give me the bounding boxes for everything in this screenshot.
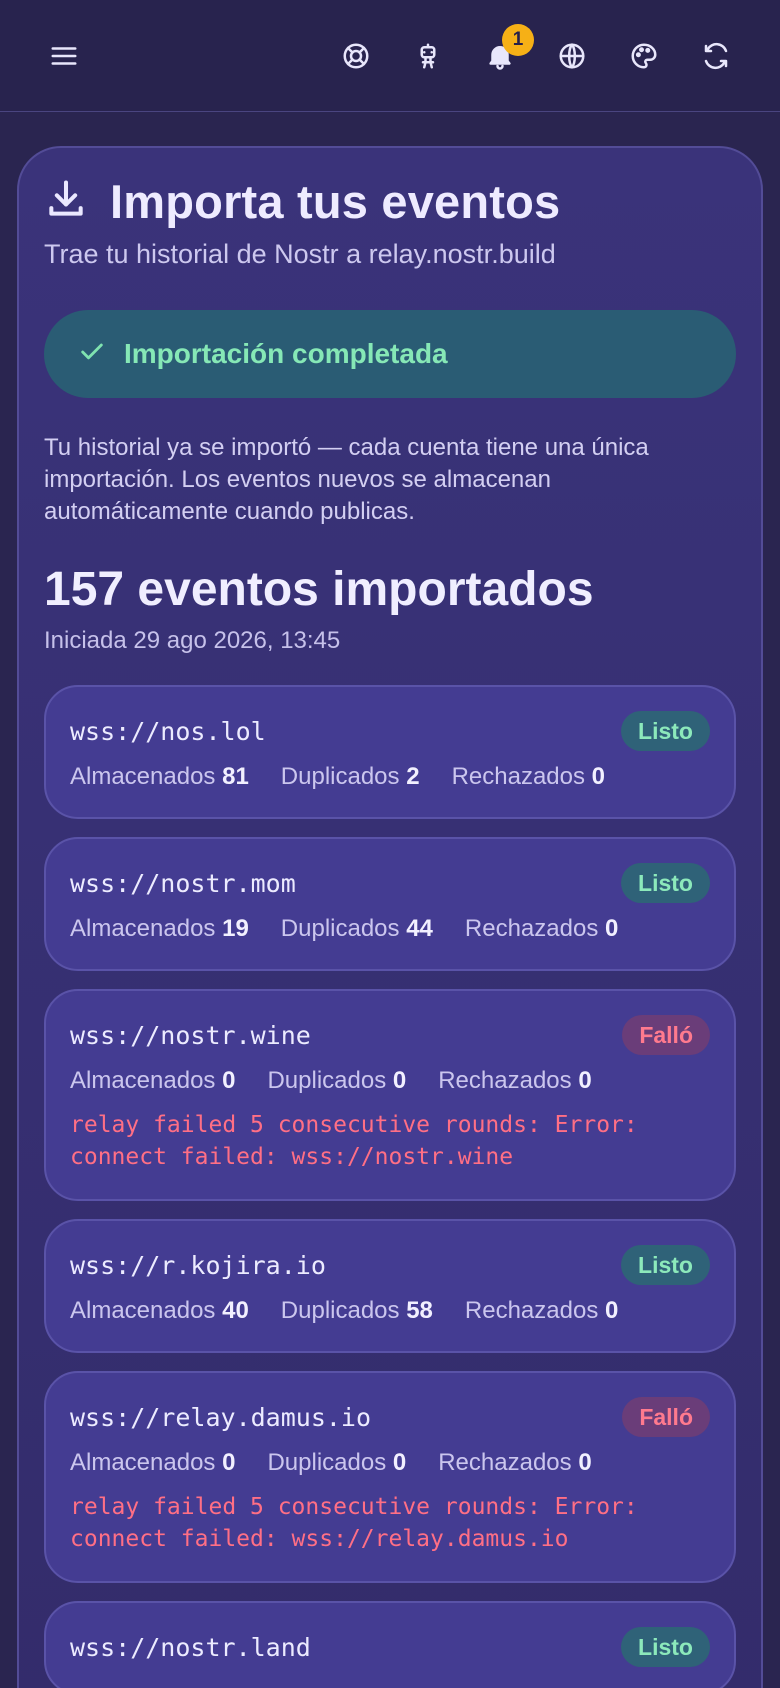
stored-label: Almacenados	[70, 1067, 216, 1094]
relay-url: wss://nostr.land	[70, 1632, 311, 1662]
download-icon	[44, 177, 88, 226]
duplicated-label: Duplicados	[280, 1297, 400, 1324]
relay-card: wss://nos.lol Listo Almacenados 81 Dupli…	[44, 685, 736, 819]
status-badge: Listo	[621, 1627, 710, 1667]
menu-icon[interactable]	[44, 36, 84, 76]
relay-error: relay failed 5 consecutive rounds: Error…	[70, 1494, 638, 1552]
relay-header: wss://r.kojira.io Listo	[70, 1245, 710, 1285]
stored-value: 81	[222, 763, 249, 790]
stored-value: 19	[222, 915, 249, 942]
stored-value: 40	[222, 1297, 249, 1324]
stored-label: Almacenados	[70, 1449, 216, 1476]
relay-stats: Almacenados 0 Duplicados 0 Rechazados 0	[70, 1067, 710, 1095]
duplicated-label: Duplicados	[267, 1449, 387, 1476]
duplicated-label: Duplicados	[280, 763, 400, 790]
robot-icon[interactable]	[408, 36, 448, 76]
duplicated-label: Duplicados	[267, 1067, 387, 1094]
duplicated-value: 0	[392, 1449, 407, 1476]
duplicated-label: Duplicados	[280, 915, 400, 942]
relay-card: wss://relay.damus.io Falló Almacenados 0…	[44, 1371, 736, 1583]
stored-stat: Almacenados 40	[70, 1297, 249, 1325]
rejected-value: 0	[578, 1449, 592, 1476]
relay-url: wss://nostr.wine	[70, 1020, 311, 1050]
palette-icon[interactable]	[624, 36, 664, 76]
duplicated-stat: Duplicados 0	[267, 1449, 406, 1477]
duplicated-stat: Duplicados 44	[281, 915, 433, 943]
import-card: Importa tus eventos Trae tu historial de…	[17, 146, 763, 1688]
check-icon	[78, 338, 106, 371]
relay-stats: Almacenados 40 Duplicados 58 Rechazados …	[70, 1297, 710, 1325]
status-badge: Listo	[621, 1245, 710, 1285]
rejected-stat: Rechazados 0	[438, 1067, 591, 1095]
status-badge: Falló	[622, 1015, 710, 1055]
import-description: Tu historial ya se importó — cada cuenta…	[44, 434, 649, 525]
rejected-label: Rechazados	[464, 1297, 599, 1324]
relay-list: wss://nos.lol Listo Almacenados 81 Dupli…	[44, 685, 736, 1688]
relay-card: wss://r.kojira.io Listo Almacenados 40 D…	[44, 1219, 736, 1353]
globe-icon[interactable]	[552, 36, 592, 76]
relay-header: wss://nostr.wine Falló	[70, 1015, 710, 1055]
stored-label: Almacenados	[70, 915, 216, 942]
success-message: Importación completada	[124, 338, 448, 369]
rejected-stat: Rechazados 0	[465, 915, 618, 943]
events-count: 157 eventos importados	[44, 563, 594, 616]
duplicated-stat: Duplicados 2	[281, 763, 420, 791]
rejected-stat: Rechazados 0	[465, 1297, 618, 1325]
success-banner: Importación completada	[44, 310, 736, 398]
duplicated-stat: Duplicados 58	[281, 1297, 433, 1325]
refresh-icon[interactable]	[696, 36, 736, 76]
relay-url: wss://relay.damus.io	[70, 1402, 372, 1432]
status-badge: Listo	[621, 863, 710, 903]
rejected-stat: Rechazados 0	[452, 763, 605, 791]
import-started-date: Iniciada 29 ago 2026, 13:45	[44, 627, 341, 654]
notification-badge: 1	[502, 23, 534, 56]
relay-error: relay failed 5 consecutive rounds: Error…	[70, 1112, 638, 1170]
rejected-label: Rechazados	[438, 1449, 572, 1476]
stored-stat: Almacenados 0	[70, 1067, 235, 1095]
duplicated-stat: Duplicados 0	[267, 1067, 406, 1095]
stored-stat: Almacenados 81	[70, 763, 249, 791]
duplicated-value: 2	[406, 763, 420, 790]
relay-card: wss://nostr.mom Listo Almacenados 19 Dup…	[44, 837, 736, 971]
page-title: Importa tus eventos	[110, 175, 561, 228]
rejected-stat: Rechazados 0	[438, 1449, 591, 1477]
rejected-value: 0	[605, 1297, 619, 1324]
relay-stats: Almacenados 0 Duplicados 0 Rechazados 0	[70, 1449, 710, 1477]
relay-card: wss://nostr.wine Falló Almacenados 0 Dup…	[44, 989, 736, 1201]
rejected-value: 0	[591, 763, 606, 790]
page-subtitle: Trae tu historial de Nostr a relay.nostr…	[44, 239, 556, 269]
relay-stats: Almacenados 19 Duplicados 44 Rechazados …	[70, 915, 710, 943]
relay-header: wss://nostr.land Listo	[70, 1627, 710, 1667]
help-lifebuoy-icon[interactable]	[336, 36, 376, 76]
rejected-label: Rechazados	[451, 763, 585, 790]
stored-stat: Almacenados 0	[70, 1449, 235, 1477]
toolbar-icons: 1	[336, 23, 736, 76]
relay-card: wss://nostr.land Listo	[44, 1601, 736, 1688]
relay-header: wss://nostr.mom Listo	[70, 863, 710, 903]
duplicated-value: 58	[406, 1297, 433, 1324]
rejected-value: 0	[605, 915, 619, 942]
stored-label: Almacenados	[70, 763, 216, 790]
rejected-label: Rechazados	[438, 1067, 572, 1094]
relay-url: wss://r.kojira.io	[70, 1250, 326, 1280]
relay-header: wss://relay.damus.io Falló	[70, 1397, 710, 1437]
status-badge: Listo	[621, 711, 710, 751]
relay-url: wss://nostr.mom	[70, 868, 296, 898]
rejected-value: 0	[578, 1067, 592, 1094]
relay-stats: Almacenados 81 Duplicados 2 Rechazados 0	[70, 763, 710, 791]
stored-stat: Almacenados 19	[70, 915, 249, 943]
stored-value: 0	[222, 1067, 236, 1094]
title-row: Importa tus eventos	[44, 174, 736, 229]
duplicated-value: 0	[392, 1067, 407, 1094]
bell-icon[interactable]: 1	[480, 23, 534, 76]
stored-label: Almacenados	[70, 1297, 216, 1324]
stored-value: 0	[222, 1449, 236, 1476]
duplicated-value: 44	[406, 915, 433, 942]
rejected-label: Rechazados	[464, 915, 599, 942]
status-badge: Falló	[622, 1397, 710, 1437]
top-bar: 1	[0, 0, 780, 112]
relay-header: wss://nos.lol Listo	[70, 711, 710, 751]
relay-url: wss://nos.lol	[70, 716, 266, 746]
